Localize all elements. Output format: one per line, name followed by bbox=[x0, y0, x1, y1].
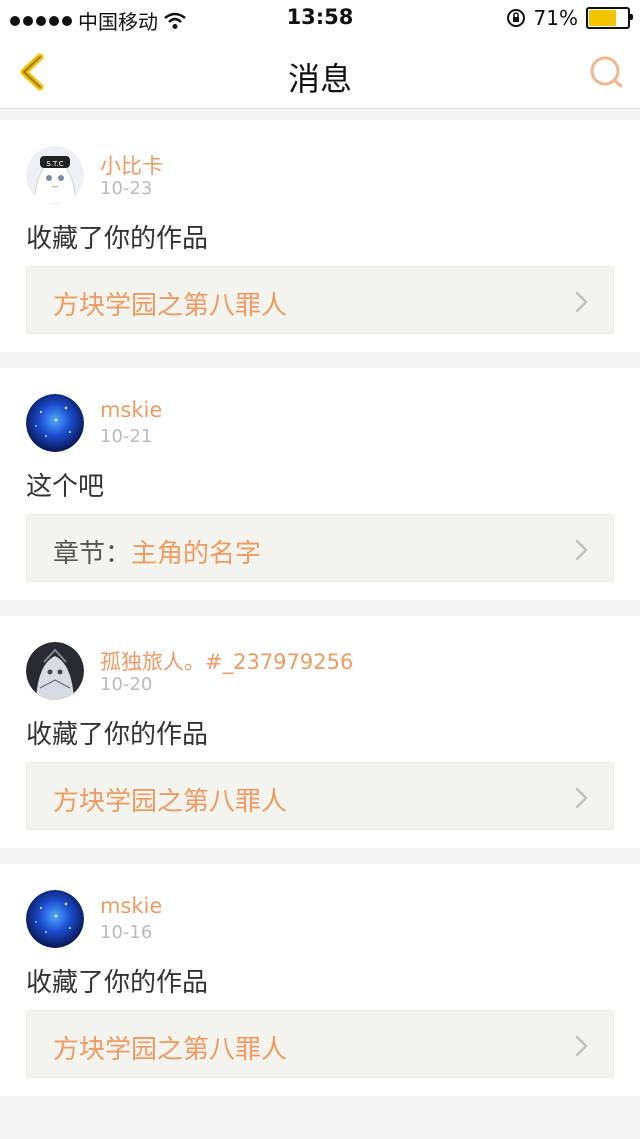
work-link[interactable]: 方块学园之第八罪人 bbox=[26, 266, 614, 334]
chevron-right-icon bbox=[575, 291, 588, 313]
message-date: 10-20 bbox=[100, 674, 153, 695]
message-text: 收藏了你的作品 bbox=[26, 224, 209, 254]
chevron-right-icon bbox=[575, 539, 588, 561]
link-prefix: 章节： bbox=[53, 539, 132, 569]
work-title: 方块学园之第八罪人 bbox=[53, 291, 288, 321]
galaxy-avatar[interactable] bbox=[26, 890, 84, 948]
work-link[interactable]: 章节：主角的名字 bbox=[26, 514, 614, 582]
work-link[interactable]: 方块学园之第八罪人 bbox=[26, 1010, 614, 1078]
message-date: 10-16 bbox=[100, 922, 153, 943]
message-text: 这个吧 bbox=[26, 472, 105, 502]
user-name[interactable]: 孤独旅人。#_237979256 bbox=[100, 646, 353, 676]
message-card: mskie 10-21 这个吧 章节：主角的名字 bbox=[0, 368, 640, 600]
work-link[interactable]: 方块学园之第八罪人 bbox=[26, 762, 614, 830]
message-card: S.T.C 小比卡 10-23 收藏了你的作品 方块学园之第八罪人 bbox=[0, 120, 640, 352]
work-link-text: 方块学园之第八罪人 bbox=[53, 1029, 287, 1066]
work-link-text: 方块学园之第八罪人 bbox=[53, 781, 287, 818]
message-date: 10-23 bbox=[100, 178, 153, 199]
message-text: 收藏了你的作品 bbox=[26, 720, 209, 750]
chevron-right-icon bbox=[575, 787, 588, 809]
dark-anime-avatar[interactable] bbox=[26, 642, 84, 700]
message-card: mskie 10-16 收藏了你的作品 方块学园之第八罪人 bbox=[0, 864, 640, 1096]
message-card: 孤独旅人。#_237979256 10-20 收藏了你的作品 方块学园之第八罪人 bbox=[0, 616, 640, 848]
page-title: 消息 bbox=[287, 60, 352, 98]
work-title: 主角的名字 bbox=[131, 539, 262, 569]
user-name[interactable]: mskie bbox=[100, 398, 162, 422]
user-name[interactable]: 小比卡 bbox=[100, 150, 163, 180]
galaxy-avatar[interactable] bbox=[26, 394, 84, 452]
nav-bar: 消息 bbox=[0, 36, 640, 109]
work-link-text: 方块学园之第八罪人 bbox=[53, 285, 287, 322]
work-title: 方块学园之第八罪人 bbox=[53, 1035, 288, 1065]
user-name[interactable]: mskie bbox=[100, 894, 162, 918]
svg-text:S.T.C: S.T.C bbox=[46, 160, 63, 168]
battery-percent: 71% bbox=[533, 6, 578, 30]
work-title: 方块学园之第八罪人 bbox=[53, 787, 288, 817]
battery-icon bbox=[586, 7, 633, 29]
status-right: 71% bbox=[506, 6, 633, 30]
message-list: S.T.C 小比卡 10-23 收藏了你的作品 方块学园之第八罪人 mskie … bbox=[0, 120, 640, 1112]
message-text: 收藏了你的作品 bbox=[26, 968, 209, 998]
rotation-lock-icon bbox=[506, 9, 525, 27]
work-link-text: 章节：主角的名字 bbox=[53, 533, 261, 570]
message-date: 10-21 bbox=[100, 426, 153, 447]
status-bar: 中国移动 13:58 71% bbox=[0, 0, 640, 36]
search-icon[interactable] bbox=[588, 54, 624, 90]
anime-girl-avatar[interactable]: S.T.C bbox=[26, 146, 84, 204]
chevron-right-icon bbox=[575, 1035, 588, 1057]
